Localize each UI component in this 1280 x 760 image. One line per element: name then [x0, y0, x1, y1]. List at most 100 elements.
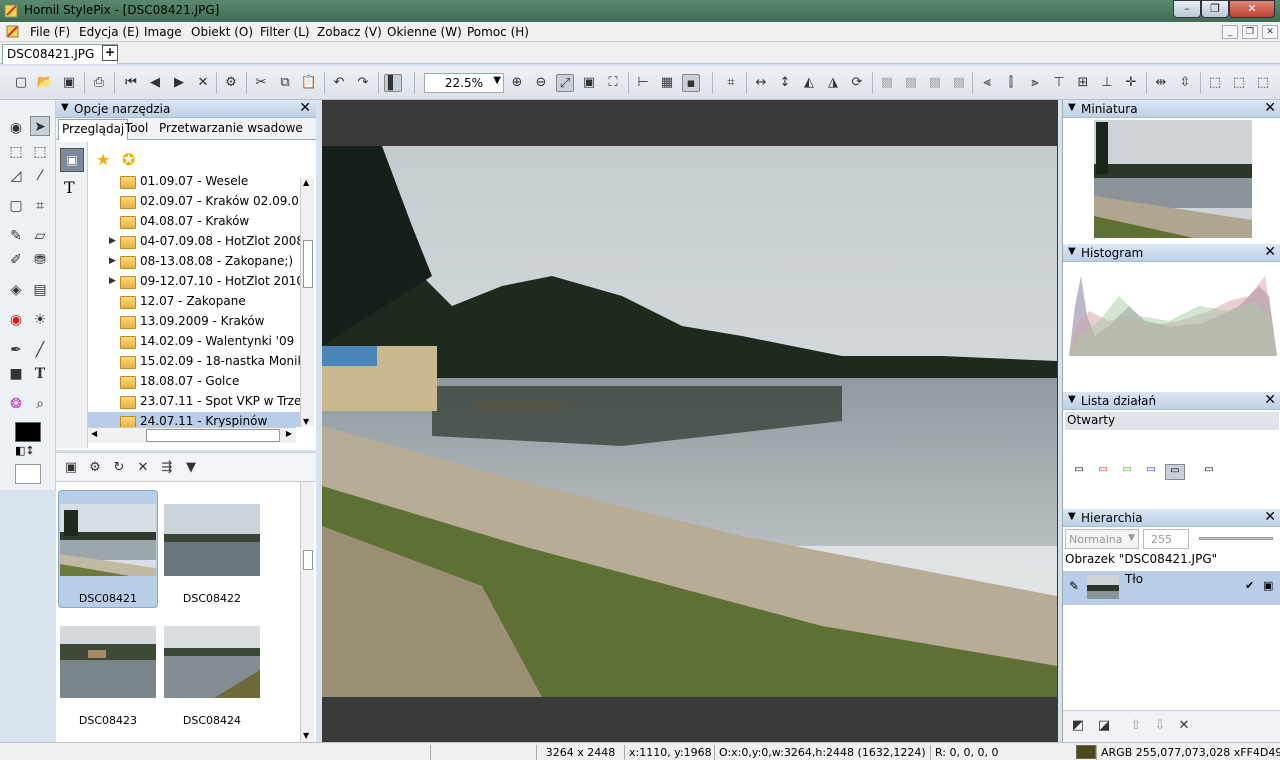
pencil-icon[interactable]: ✐	[6, 250, 26, 270]
thumb-scrollbar-thumb[interactable]	[303, 550, 313, 570]
thumb-scroll-down-icon[interactable]: ▼	[303, 731, 309, 740]
scrollbar-thumb[interactable]	[303, 240, 313, 288]
histogram-mode-icon[interactable]: ▭	[1199, 464, 1219, 480]
distribute-vertical-icon[interactable]: ⇳	[1176, 74, 1194, 92]
refresh-icon[interactable]: ↻	[110, 459, 128, 477]
toggle-panel-icon[interactable]: ▌	[384, 74, 402, 92]
folder-item-label[interactable]: 15.02.09 - 18-nastka Moniki	[140, 354, 302, 368]
opacity-input[interactable]: 255	[1143, 529, 1189, 549]
scroll-left-icon[interactable]: ◀	[91, 429, 97, 438]
collapse-icon[interactable]: ▼	[1068, 102, 1076, 113]
thumbnail-image-3[interactable]	[60, 626, 156, 698]
expand-arrow-icon[interactable]: ▶	[109, 256, 116, 266]
eraser-icon[interactable]: ▱	[30, 226, 50, 246]
magic-wand-icon[interactable]: ⁄	[30, 166, 50, 186]
folder-tree-scrollbar[interactable]: ▲ ▼	[300, 178, 314, 426]
ruler-icon[interactable]: ⊢	[634, 74, 652, 92]
folder-tree-hscrollbar[interactable]: ◀ ▶	[88, 427, 296, 443]
lasso-icon[interactable]: ◿	[6, 166, 26, 186]
layer-row[interactable]: ✎ Tło ✔ ▣	[1063, 571, 1280, 605]
thumbnail-image-4[interactable]	[164, 626, 260, 698]
move-up-icon[interactable]: ⇧	[1127, 717, 1145, 735]
arrange-backward-icon[interactable]: ▩	[926, 74, 944, 92]
undo-icon[interactable]: ↶	[330, 74, 348, 92]
close-icon[interactable]: ✕	[1264, 509, 1276, 525]
folder-item-label[interactable]: 24.07.11 - Kryspinów	[140, 414, 267, 427]
histogram-red-icon[interactable]: ▭	[1093, 464, 1113, 480]
tab-browse[interactable]: Przeglądaj	[58, 119, 129, 140]
favorite-star-icon[interactable]: ★	[96, 150, 110, 169]
copy-icon[interactable]: ⧉	[276, 74, 294, 92]
marquee-icon[interactable]: ⬚	[30, 142, 50, 162]
align-center-icon[interactable]: ⫿	[1002, 74, 1020, 92]
crop-icon[interactable]: ⌗	[722, 74, 740, 92]
fit-window-icon[interactable]: ⤢	[556, 74, 574, 92]
folder-item-label[interactable]: 12.07 - Zakopane	[140, 294, 246, 308]
scroll-up-icon[interactable]: ▲	[303, 178, 309, 187]
text-view-icon[interactable]: T	[64, 178, 75, 197]
folder-item-label[interactable]: 18.08.07 - Golce	[140, 374, 239, 388]
menu-file[interactable]: File (F)	[30, 25, 70, 39]
folder-item-label[interactable]: 04.08.07 - Kraków	[140, 214, 249, 228]
folder-item-label[interactable]: 09-12.07.10 - HotZlot 2010	[140, 274, 302, 288]
line-icon[interactable]: ╱	[30, 340, 50, 360]
new-folder-icon[interactable]: ▣	[62, 459, 80, 477]
close-icon[interactable]: ✕	[1264, 100, 1276, 116]
menu-image[interactable]: Image	[144, 25, 182, 39]
mdi-minimize-button[interactable]: _	[1222, 25, 1238, 39]
image-canvas[interactable]	[322, 100, 1058, 742]
fullscreen-icon[interactable]: ⛶	[604, 74, 622, 92]
fit-width-icon[interactable]: ⬚	[1206, 74, 1224, 92]
cut-icon[interactable]: ✂	[252, 74, 270, 92]
browse-view-icon[interactable]: ▣	[60, 148, 84, 172]
align-right-icon[interactable]: ⫸	[1026, 74, 1044, 92]
close-icon[interactable]: ✕	[299, 100, 311, 116]
first-image-icon[interactable]: ⏮	[122, 74, 140, 92]
navigator-preview[interactable]	[1094, 120, 1252, 238]
shadow-toggle-icon[interactable]: ▪	[682, 74, 700, 92]
folder-item-label[interactable]: 04-07.09.08 - HotZlot 2008	[140, 234, 302, 248]
actual-size-icon[interactable]: ▣	[580, 74, 598, 92]
collapse-icon[interactable]: ▼	[61, 102, 69, 113]
hscroll-thumb[interactable]	[146, 429, 280, 442]
menu-filter[interactable]: Filter (L)	[260, 25, 310, 39]
new-tab-button[interactable]: +	[102, 45, 118, 61]
zoom-in-icon[interactable]: ⊕	[508, 74, 526, 92]
thumbnail-scrollbar[interactable]: ▼	[300, 482, 314, 742]
minimize-button[interactable]: –	[1173, 0, 1201, 18]
opacity-slider[interactable]	[1199, 537, 1273, 540]
align-top-icon[interactable]: ⊤	[1050, 74, 1068, 92]
move-down-icon[interactable]: ⇩	[1151, 717, 1169, 735]
align-middle-icon[interactable]: ⊞	[1074, 74, 1092, 92]
menu-help[interactable]: Pomoc (H)	[467, 25, 529, 39]
background-color-swatch[interactable]	[15, 464, 41, 484]
close-image-icon[interactable]: ✕	[194, 74, 212, 92]
histogram-luminance-icon[interactable]: ▭	[1069, 464, 1089, 480]
folder-item-label[interactable]: 01.09.07 - Wesele	[140, 174, 248, 188]
close-icon[interactable]: ✕	[1264, 392, 1276, 408]
fit-page-icon[interactable]: ⬚	[1254, 74, 1272, 92]
menu-edit[interactable]: Edycja (E)	[79, 25, 139, 39]
brush-icon[interactable]: ✎	[6, 226, 26, 246]
arrange-front-icon[interactable]: ▩	[878, 74, 896, 92]
tab-dsc08421[interactable]: DSC08421.JPG ✕	[2, 44, 119, 64]
scroll-right-icon[interactable]: ▶	[286, 429, 292, 438]
save-icon[interactable]: ▣	[60, 74, 78, 92]
fill-bucket-icon[interactable]: ◈	[6, 280, 26, 300]
expand-arrow-icon[interactable]: ▶	[109, 276, 116, 286]
arrange-back-icon[interactable]: ▩	[950, 74, 968, 92]
flip-horizontal-icon[interactable]: ↔	[752, 74, 770, 92]
color-wheel-icon[interactable]: ❂	[6, 394, 26, 414]
rotate-left-icon[interactable]: ◭	[800, 74, 818, 92]
histogram-all-icon[interactable]: ▭	[1165, 464, 1185, 480]
mdi-close-button[interactable]: ✕	[1262, 25, 1278, 39]
histogram-green-icon[interactable]: ▭	[1117, 464, 1137, 480]
sort-icon[interactable]: ⇶	[158, 459, 176, 477]
magnifier-icon[interactable]: ⌕	[30, 394, 50, 414]
tab-batch[interactable]: Przetwarzanie wsadowe	[159, 121, 303, 135]
align-left-icon[interactable]: ⫷	[978, 74, 996, 92]
grid-icon[interactable]: ▦	[658, 74, 676, 92]
new-file-icon[interactable]: ▢	[12, 74, 30, 92]
scroll-down-icon[interactable]: ▼	[303, 417, 309, 426]
zoom-select[interactable]: 22.5% ▼	[424, 73, 504, 93]
